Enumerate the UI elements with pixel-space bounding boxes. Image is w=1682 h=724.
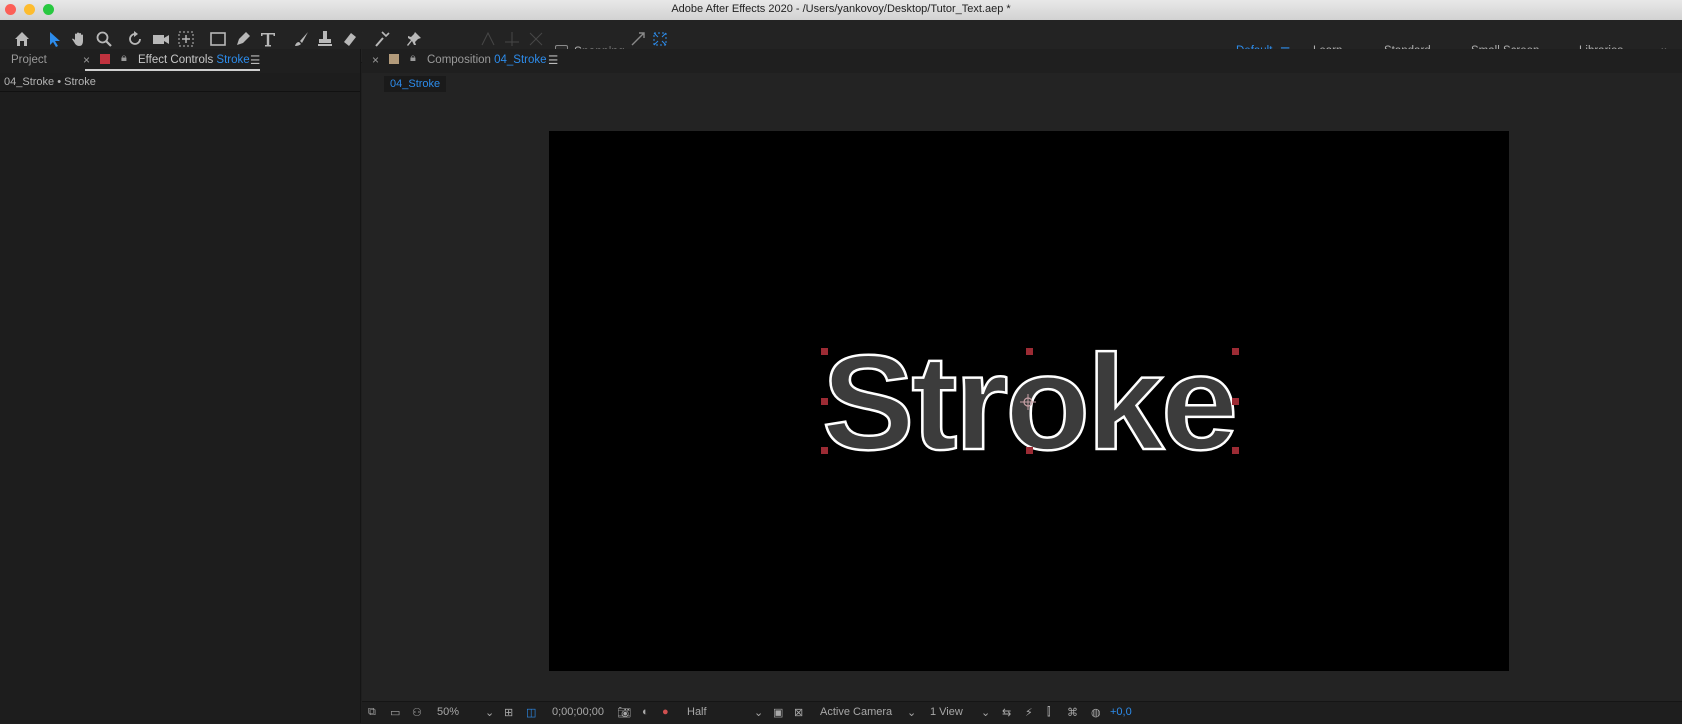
puppet-pin-icon[interactable]: [403, 28, 425, 50]
zoom-value: 50%: [437, 706, 460, 718]
resolution-dropdown-icon[interactable]: ⌄: [754, 706, 763, 719]
label-color-swatch: [100, 54, 110, 64]
reset-exposure-icon[interactable]: ◍: [1091, 706, 1101, 719]
color-channels-icon[interactable]: ●: [662, 706, 669, 718]
safe-zones-icon[interactable]: ⊞: [504, 706, 513, 719]
fast-previews-icon[interactable]: ⚡︎: [1025, 706, 1033, 719]
camera-icon[interactable]: [150, 28, 172, 50]
close-comp-tab-icon[interactable]: ×: [372, 53, 379, 67]
bounding-handle-bc[interactable]: [1026, 447, 1033, 454]
composition-name: 04_Stroke: [494, 54, 547, 66]
roto-brush-icon[interactable]: [371, 28, 393, 50]
transparency-grid-icon[interactable]: ◫: [526, 706, 536, 719]
bounding-handle-tl[interactable]: [821, 348, 828, 355]
always-preview-icon[interactable]: ⧉: [368, 706, 376, 719]
comp-lock-icon[interactable]: 🔒︎: [410, 52, 416, 65]
snap-vectors-icon[interactable]: [627, 28, 649, 50]
toggle-transparency-icon[interactable]: ⊠: [794, 706, 803, 719]
view-layout-dropdown-icon[interactable]: ⌄: [981, 706, 990, 719]
bounding-handle-tc[interactable]: [1026, 348, 1033, 355]
bounding-handle-mr[interactable]: [1232, 398, 1239, 405]
tab-composition[interactable]: Composition 04_Stroke: [427, 54, 547, 66]
show-snapshot-icon[interactable]: ◐: [642, 706, 649, 718]
active-tab-underline: [85, 69, 260, 71]
close-tab-icon[interactable]: ×: [83, 53, 90, 67]
home-icon[interactable]: [11, 28, 33, 50]
comp-subtab[interactable]: 04_Stroke: [384, 76, 447, 92]
eraser-icon[interactable]: [339, 28, 361, 50]
composition-tab-label: Composition: [427, 54, 491, 66]
rotate-icon[interactable]: [124, 28, 146, 50]
snap-grid-icon[interactable]: [649, 28, 671, 50]
lock-icon[interactable]: 🔒︎: [121, 52, 127, 65]
exposure-value[interactable]: +0,0: [1110, 706, 1132, 718]
resolution-select[interactable]: Half: [687, 706, 707, 718]
bounding-handle-tr[interactable]: [1232, 348, 1239, 355]
bounding-handle-br[interactable]: [1232, 447, 1239, 454]
world-axis-icon: [501, 28, 523, 50]
snapshot-icon[interactable]: 📷︎: [617, 706, 631, 719]
panel-menu-icon[interactable]: ☰: [250, 53, 260, 67]
pixel-aspect-icon[interactable]: ⇆: [1002, 706, 1011, 719]
bounding-handle-bl[interactable]: [821, 447, 828, 454]
effect-controls-panel: Project × 🔒︎ Effect Controls Stroke ☰ 04…: [0, 49, 361, 723]
viewer-controls-bar: ⧉ ▭ ⚇ 50% ⌄ ⊞ ◫ 0;00;00;00 📷︎ ◐ ● Half ⌄…: [362, 701, 1682, 724]
selection-arrow-icon[interactable]: [44, 28, 66, 50]
timecode[interactable]: 0;00;00;00: [552, 706, 604, 718]
resolution-value: Half: [687, 706, 707, 718]
effect-controls-label: Effect Controls: [138, 54, 214, 66]
comp-tab-bar: × 🔒︎ Composition 04_Stroke ☰: [362, 49, 1682, 73]
comp-subtab-label: 04_Stroke: [390, 78, 441, 90]
bounding-handle-ml[interactable]: [821, 398, 828, 405]
axis-icon: [477, 28, 499, 50]
view-axis-icon: [525, 28, 547, 50]
type-icon[interactable]: [257, 28, 279, 50]
pen-icon[interactable]: [232, 28, 254, 50]
camera-select[interactable]: Active Camera: [820, 706, 892, 718]
window-title: Adobe After Effects 2020 - /Users/yankov…: [671, 3, 1011, 15]
view-layout-value: 1 View: [930, 706, 963, 718]
mask-visibility-icon[interactable]: ⚇: [412, 706, 422, 719]
camera-value: Active Camera: [820, 706, 893, 718]
rectangle-icon[interactable]: [207, 28, 229, 50]
region-of-interest-icon[interactable]: ▣: [773, 706, 783, 719]
view-layout-select[interactable]: 1 View: [930, 706, 963, 718]
effect-controls-layer: Stroke: [216, 54, 250, 66]
breadcrumb: 04_Stroke • Stroke: [4, 76, 96, 88]
timeline-icon[interactable]: ⫿: [1047, 706, 1051, 719]
zoom-select[interactable]: 50%: [437, 706, 459, 718]
clone-stamp-icon[interactable]: [314, 28, 336, 50]
panel-tab-bar: Project × 🔒︎ Effect Controls Stroke ☰: [0, 49, 360, 73]
anchor-point-icon[interactable]: [1019, 393, 1037, 411]
zoom-icon[interactable]: [93, 28, 115, 50]
title-bar: Adobe After Effects 2020 - /Users/yankov…: [0, 0, 1682, 21]
camera-dropdown-icon[interactable]: ⌄: [907, 706, 916, 719]
zoom-dropdown-icon[interactable]: ⌄: [485, 706, 494, 719]
tab-effect-controls[interactable]: Effect Controls Stroke: [138, 54, 250, 66]
flowchart-icon[interactable]: ⌘: [1067, 706, 1078, 719]
composition-viewer[interactable]: Stroke: [549, 131, 1509, 671]
divider: [0, 91, 360, 92]
hand-icon[interactable]: [68, 28, 90, 50]
tab-project[interactable]: Project: [11, 54, 47, 66]
comp-panel-menu-icon[interactable]: ☰: [548, 53, 558, 67]
brush-icon[interactable]: [290, 28, 312, 50]
monitor-icon[interactable]: ▭: [390, 706, 400, 719]
comp-label-swatch: [389, 54, 399, 64]
pan-behind-icon[interactable]: [175, 28, 197, 50]
